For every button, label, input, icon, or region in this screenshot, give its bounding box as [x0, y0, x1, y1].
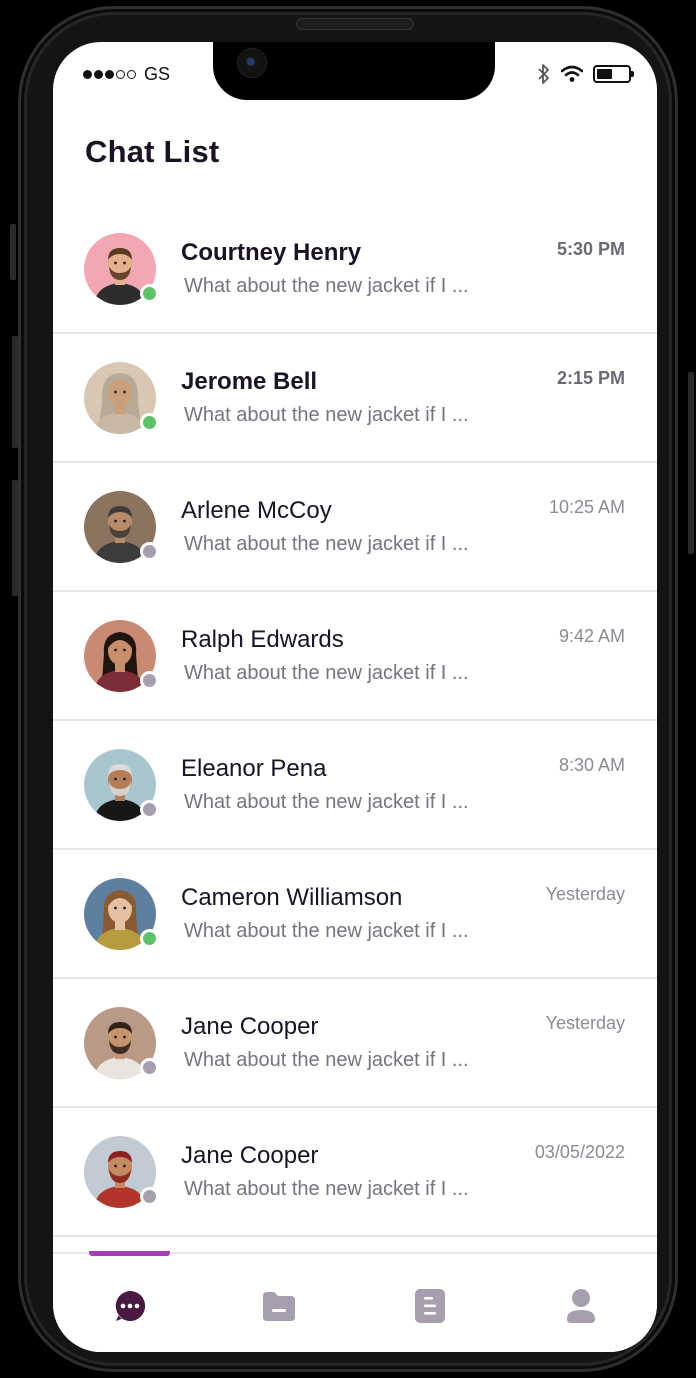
status-bar-right [537, 64, 634, 84]
power-button [688, 372, 694, 554]
message-preview: What about the new jacket if I ... [184, 920, 469, 942]
battery-icon [593, 65, 634, 83]
message-preview: What about the new jacket if I ... [184, 1049, 469, 1071]
message-time: Yesterday [545, 884, 625, 904]
message-time: 2:15 PM [556, 368, 625, 388]
message-preview: What about the new jacket if I ... [184, 662, 469, 684]
document-icon [415, 1289, 445, 1323]
message-preview: What about the new jacket if I ... [184, 791, 469, 813]
status-bar-left: GS [83, 64, 170, 84]
message-time: 03/05/2022 [534, 1142, 625, 1162]
volume-up-button [12, 336, 18, 448]
contact-name: Cameron Williamson [181, 884, 403, 911]
silent-switch [10, 224, 16, 280]
offline-status-dot [140, 542, 159, 561]
message-time: 8:30 AM [558, 755, 625, 775]
offline-status-dot [140, 1058, 159, 1077]
carrier-name: GS [144, 63, 171, 84]
wifi-icon [561, 65, 583, 82]
nav-notes-tab[interactable] [410, 1286, 450, 1326]
nav-folder-tab[interactable] [259, 1286, 299, 1326]
front-camera [237, 48, 267, 78]
signal-dot [83, 69, 92, 79]
nav-profile-tab[interactable] [561, 1286, 601, 1326]
offline-status-dot [140, 800, 159, 819]
chat-list-item[interactable]: Jane Cooper What about the new jacket if … [53, 1108, 657, 1237]
message-time: Yesterday [545, 1013, 625, 1033]
chat-list-item[interactable]: Courtney Henry What about the new jacket … [53, 205, 657, 334]
message-time: 5:30 PM [556, 239, 625, 259]
chat-list-item[interactable]: Arlene McCoy What about the new jacket if… [53, 463, 657, 592]
message-time: 9:42 AM [558, 626, 625, 646]
folder-icon [263, 1292, 295, 1321]
chat-list-item[interactable]: Ralph Edwards What about the new jacket i… [53, 592, 657, 721]
contact-name: Courtney Henry [181, 239, 362, 266]
speaker-grille [296, 18, 414, 30]
chat-list-item[interactable]: Jerome Bell What about the new jacket if … [53, 334, 657, 463]
signal-dot [127, 69, 136, 79]
battery-level [597, 69, 612, 79]
chat-list: Courtney Henry What about the new jacket … [53, 205, 657, 1237]
bluetooth-icon [538, 64, 549, 84]
chat-list-item[interactable]: Eleanor Pena What about the new jacket if… [53, 721, 657, 850]
bottom-nav [53, 1251, 657, 1352]
volume-down-button [12, 480, 18, 596]
contact-name: Jerome Bell [181, 368, 318, 395]
signal-dot [94, 69, 103, 79]
message-preview: What about the new jacket if I ... [184, 533, 469, 555]
nav-chats-tab[interactable] [110, 1286, 150, 1326]
active-tab-indicator [89, 1251, 170, 1256]
chat-list-item[interactable]: Jane Cooper What about the new jacket if … [53, 979, 657, 1108]
online-status-dot [140, 413, 159, 432]
signal-strength-icon [83, 69, 136, 79]
message-time: 10:25 AM [548, 497, 625, 517]
contact-name: Ralph Edwards [181, 626, 344, 653]
offline-status-dot [140, 1187, 159, 1206]
message-preview: What about the new jacket if I ... [184, 404, 469, 426]
signal-dot [105, 69, 114, 79]
chat-list-item[interactable]: Cameron Williamson What about the new jac… [53, 850, 657, 979]
contact-name: Jane Cooper [181, 1142, 319, 1169]
contact-name: Arlene McCoy [181, 497, 332, 524]
profile-icon [567, 1289, 595, 1323]
message-preview: What about the new jacket if I ... [184, 275, 469, 297]
contact-name: Jane Cooper [181, 1013, 319, 1040]
page-title: Chat List [85, 134, 220, 169]
online-status-dot [140, 929, 159, 948]
signal-dot [116, 69, 125, 79]
contact-name: Eleanor Pena [181, 755, 327, 782]
message-preview: What about the new jacket if I ... [184, 1178, 469, 1200]
screen: GS Chat List Courtney Henry What about th… [53, 42, 657, 1352]
online-status-dot [140, 284, 159, 303]
offline-status-dot [140, 671, 159, 690]
chat-bubble-icon [115, 1290, 146, 1321]
